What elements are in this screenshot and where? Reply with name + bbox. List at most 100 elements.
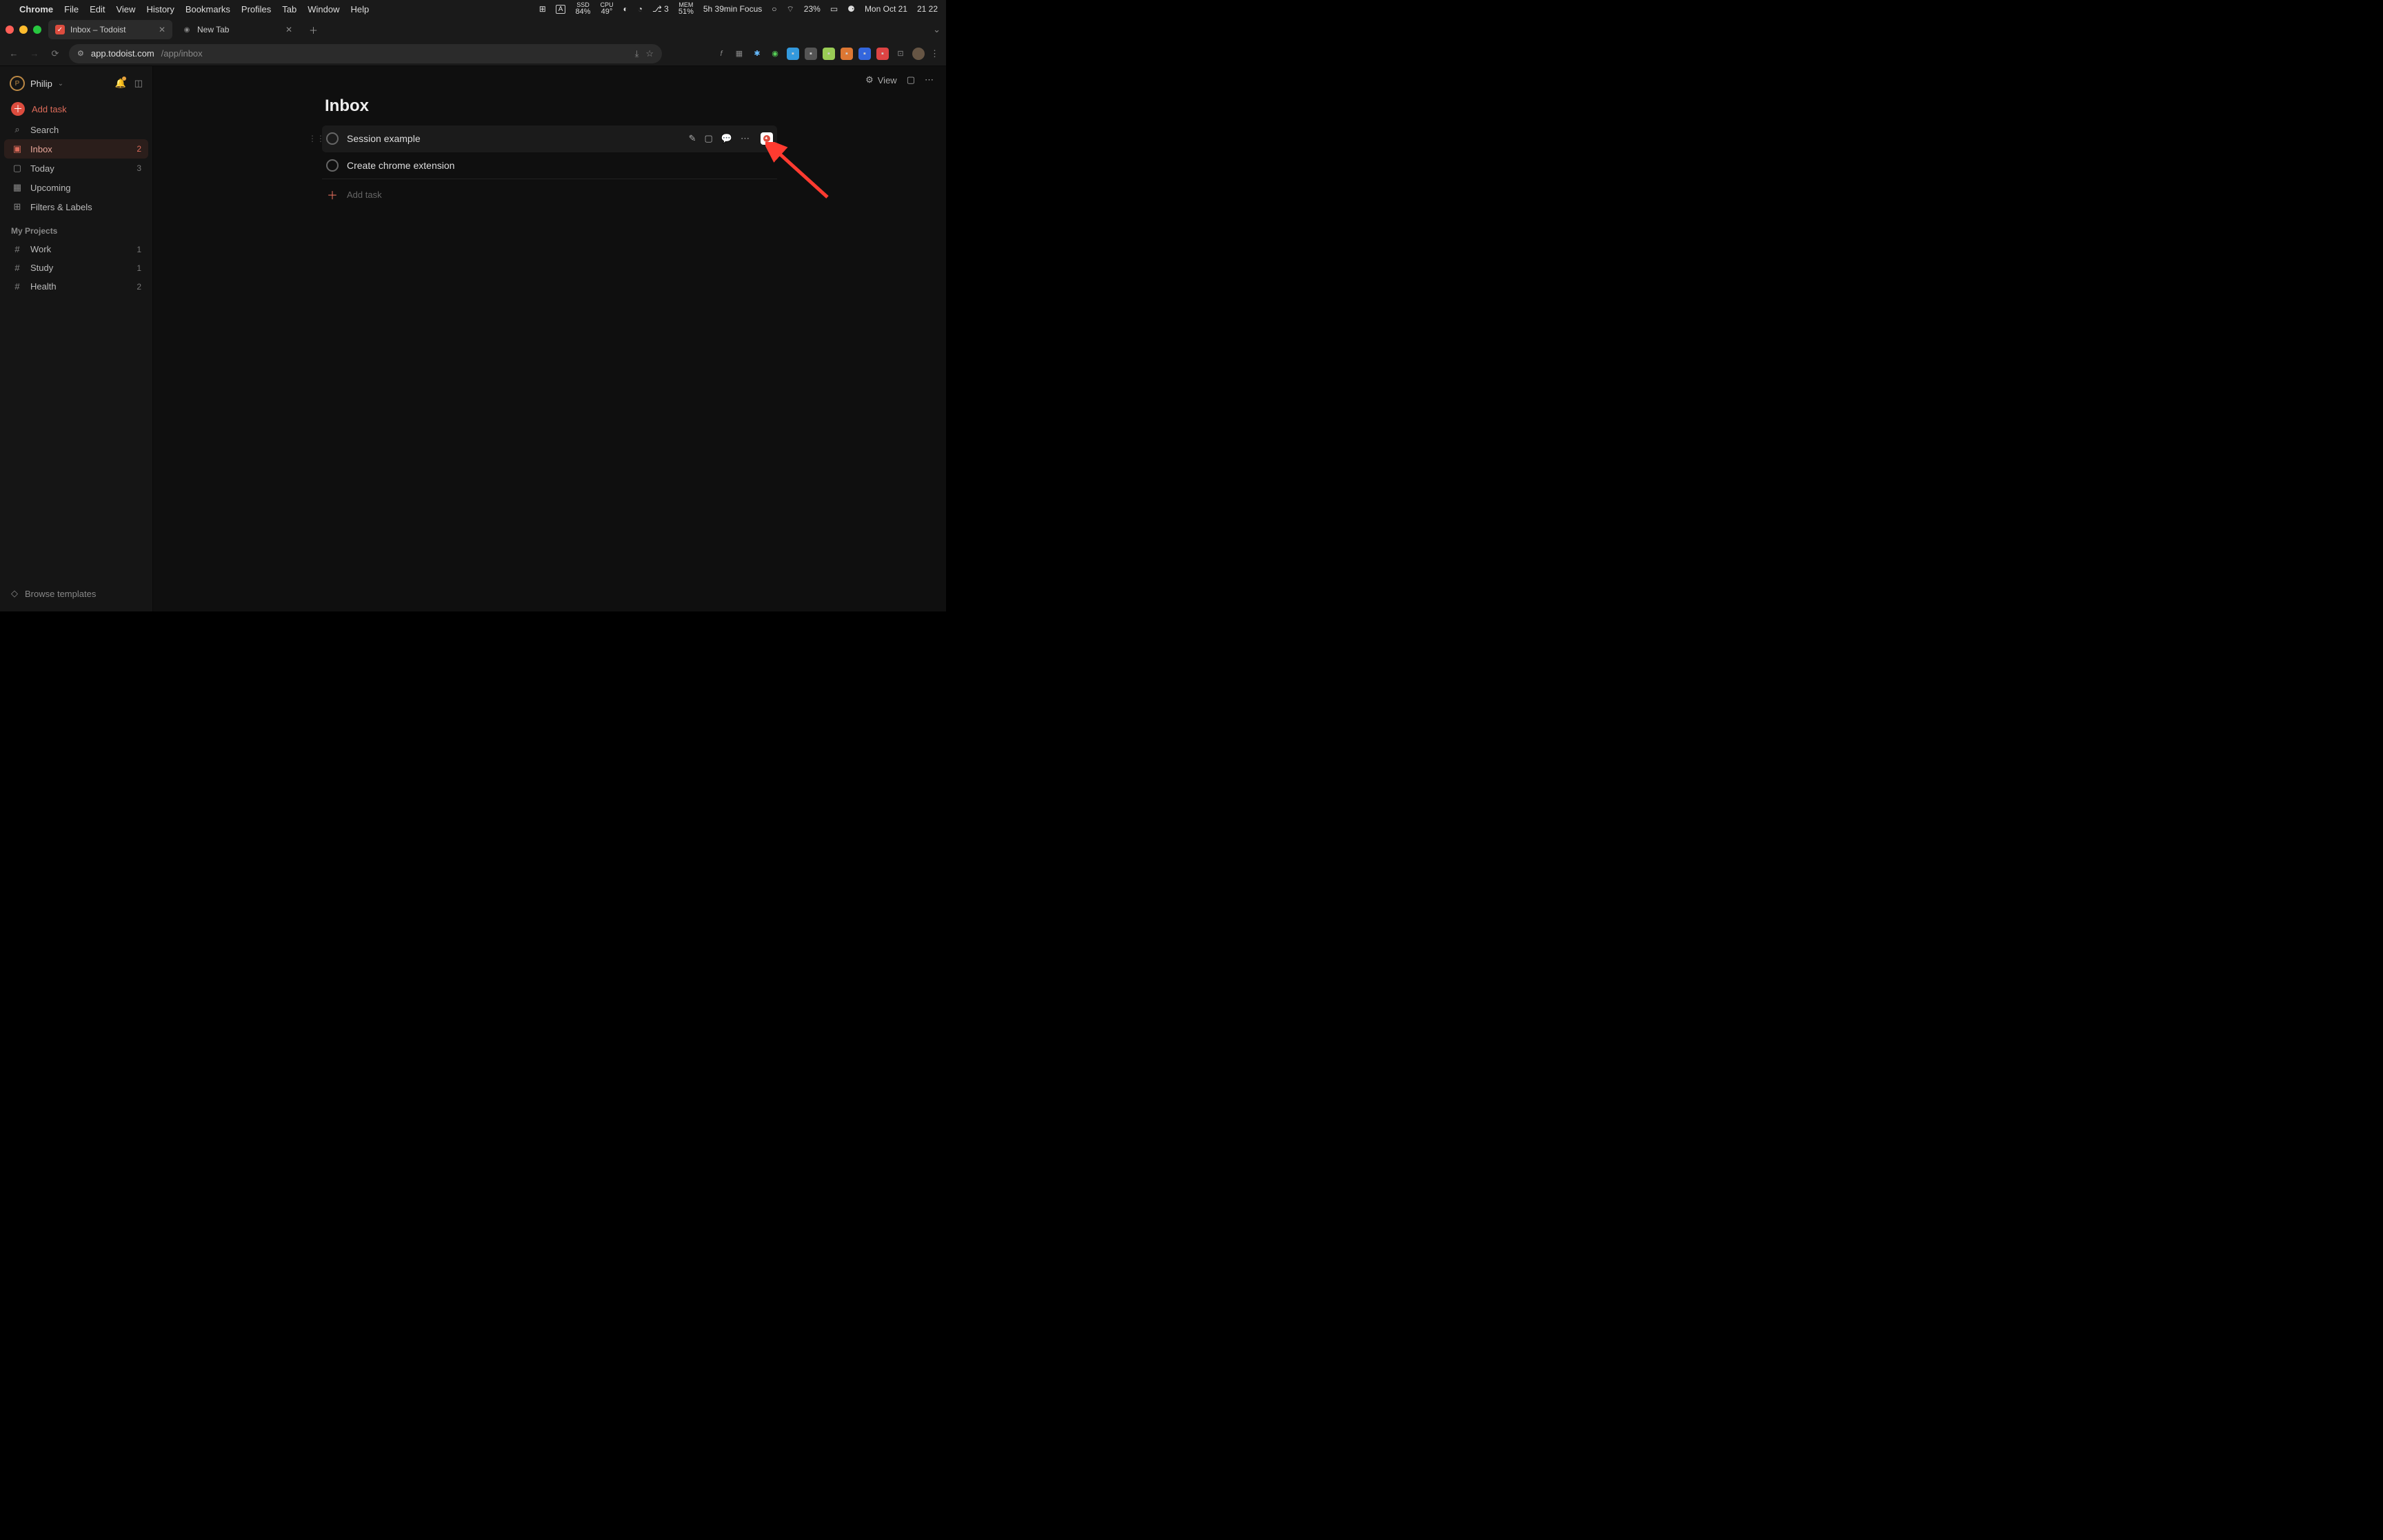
menubar-time[interactable]: 21 22	[917, 4, 938, 14]
task-checkbox[interactable]	[326, 159, 339, 172]
projects-header[interactable]: My Projects	[4, 216, 148, 240]
menubar-file[interactable]: File	[64, 4, 79, 14]
project-item-health[interactable]: # Health 2	[4, 277, 148, 296]
extensions-menu-icon[interactable]: ⊡	[894, 48, 907, 60]
grid-icon[interactable]: ⊞	[539, 4, 546, 14]
sidebar-item-search[interactable]: ⌕ Search	[4, 120, 148, 139]
profile-avatar-icon[interactable]	[912, 48, 925, 60]
battery-icon[interactable]: ▭	[830, 4, 838, 14]
hash-icon: #	[11, 281, 23, 292]
sidebar-item-inbox[interactable]: ▣ Inbox 2	[4, 139, 148, 159]
extension-icon[interactable]: ▪	[876, 48, 889, 60]
window-close-button[interactable]	[6, 26, 14, 34]
extension-icon[interactable]: ▪	[858, 48, 871, 60]
drag-handle-icon[interactable]: ⋮⋮	[308, 134, 325, 143]
back-button[interactable]: ←	[7, 48, 21, 59]
extension-icon[interactable]: ▪	[823, 48, 835, 60]
url-host: app.todoist.com	[91, 48, 154, 59]
install-app-icon[interactable]: ⤓	[635, 48, 639, 59]
chrome-menu-button[interactable]: ⋮	[930, 48, 939, 59]
menubar-edit[interactable]: Edit	[90, 4, 105, 14]
tab-todoist[interactable]: ✓ Inbox – Todoist ✕	[48, 20, 172, 39]
sidebar-item-today[interactable]: ▢ Today 3	[4, 159, 148, 178]
view-label: View	[878, 75, 897, 85]
menubar-app[interactable]: Chrome	[19, 4, 53, 14]
ssd-stat: SSD84%	[575, 2, 590, 16]
task-row[interactable]: ⋮⋮ Session example ✎ ▢ 💬 ⋯	[322, 125, 777, 152]
hash-icon: #	[11, 244, 23, 254]
menubar-view[interactable]: View	[116, 4, 135, 14]
sidebar-toggle-icon[interactable]: ◫	[134, 78, 143, 89]
browse-templates-label: Browse templates	[25, 589, 96, 599]
focus-icon[interactable]: ○	[772, 4, 776, 14]
schedule-task-icon[interactable]: ▢	[705, 133, 713, 144]
extension-icon[interactable]: ▪	[787, 48, 799, 60]
git-icon[interactable]: ⎇ 3	[652, 4, 669, 14]
window-zoom-button[interactable]	[33, 26, 41, 34]
extension-icon[interactable]: ◉	[769, 48, 781, 60]
comment-task-icon[interactable]: 💬	[721, 133, 732, 144]
airdrop-icon[interactable]: ◔	[638, 4, 643, 14]
task-row[interactable]: Create chrome extension	[322, 152, 777, 179]
sidebar-item-label: Upcoming	[30, 183, 71, 193]
main-content: ⚙ View ▢ ⋯ Inbox ⋮⋮ Session example ✎ ▢ …	[153, 66, 946, 611]
sidebar-item-filters[interactable]: ⊞ Filters & Labels	[4, 197, 148, 216]
more-task-icon[interactable]: ⋯	[741, 133, 750, 144]
extension-icon[interactable]: ✱	[751, 48, 763, 60]
search-icon: ⌕	[11, 124, 23, 135]
tab-title: Inbox – Todoist	[70, 25, 126, 34]
extension-icon[interactable]: ▦	[733, 48, 745, 60]
tab-newtab[interactable]: ◉ New Tab ✕	[175, 20, 299, 39]
add-task-button[interactable]: ＋ Add task	[4, 98, 148, 120]
input-icon[interactable]: A	[556, 5, 566, 14]
extension-icon[interactable]: ▪	[841, 48, 853, 60]
bookmark-icon[interactable]: ☆	[645, 48, 654, 59]
reload-button[interactable]: ⟳	[48, 48, 62, 59]
profile-menu[interactable]: P Philip ⌄	[10, 76, 63, 91]
menubar-window[interactable]: Window	[308, 4, 339, 14]
menubar-date[interactable]: Mon Oct 21	[865, 4, 907, 14]
sidebar: P Philip ⌄ 🔔 ◫ ＋ Add task ⌕ Search ▣ Inb…	[0, 66, 153, 611]
menubar-profiles[interactable]: Profiles	[241, 4, 271, 14]
add-task-inline-button[interactable]: ＋ Add task	[322, 179, 777, 210]
edit-task-icon[interactable]: ✎	[689, 133, 696, 144]
inbox-icon: ▣	[11, 143, 23, 154]
extension-badge-icon[interactable]	[761, 132, 773, 145]
menubar-history[interactable]: History	[146, 4, 174, 14]
forward-button[interactable]: →	[28, 48, 41, 59]
focus-status[interactable]: 5h 39min Focus	[703, 4, 762, 14]
wifi-icon[interactable]: ⌔	[787, 4, 794, 14]
menubar-bookmarks[interactable]: Bookmarks	[185, 4, 230, 14]
site-info-icon[interactable]: ⚙	[77, 49, 84, 58]
task-checkbox[interactable]	[326, 132, 339, 145]
chevron-down-icon: ⌄	[58, 80, 63, 88]
sidebar-item-label: Filters & Labels	[30, 202, 92, 212]
tab-close-button[interactable]: ✕	[159, 25, 165, 34]
grid-icon: ⊞	[11, 201, 23, 212]
mem-stat: MEM51%	[678, 2, 694, 16]
browse-templates-button[interactable]: ◇ Browse templates	[4, 582, 148, 605]
more-menu-button[interactable]: ⋯	[925, 74, 934, 85]
extension-icon[interactable]: ▪	[805, 48, 817, 60]
sidebar-item-upcoming[interactable]: ▦ Upcoming	[4, 178, 148, 197]
view-button[interactable]: ⚙ View	[865, 74, 897, 85]
comments-icon[interactable]: ▢	[907, 74, 915, 85]
window-minimize-button[interactable]	[19, 26, 28, 34]
template-icon: ◇	[11, 588, 18, 599]
extension-icon[interactable]: f	[715, 48, 727, 60]
tab-close-button[interactable]: ✕	[285, 25, 292, 34]
profile-name: Philip	[30, 79, 52, 89]
project-item-work[interactable]: # Work 1	[4, 240, 148, 259]
project-count: 1	[137, 263, 141, 273]
address-bar[interactable]: ⚙ app.todoist.com/app/inbox ⤓ ☆	[69, 44, 662, 63]
menubar-help[interactable]: Help	[351, 4, 370, 14]
cleanmymac-icon[interactable]: ◐	[623, 4, 627, 14]
project-label: Work	[30, 244, 51, 254]
menubar-tab[interactable]: Tab	[282, 4, 296, 14]
tab-overflow-button[interactable]: ⌄	[933, 24, 941, 35]
new-tab-button[interactable]: ＋	[302, 23, 325, 37]
project-item-study[interactable]: # Study 1	[4, 259, 148, 277]
user-switch-icon[interactable]: ⚈	[847, 4, 855, 14]
sidebar-item-count: 2	[137, 144, 141, 154]
project-count: 2	[137, 282, 141, 292]
